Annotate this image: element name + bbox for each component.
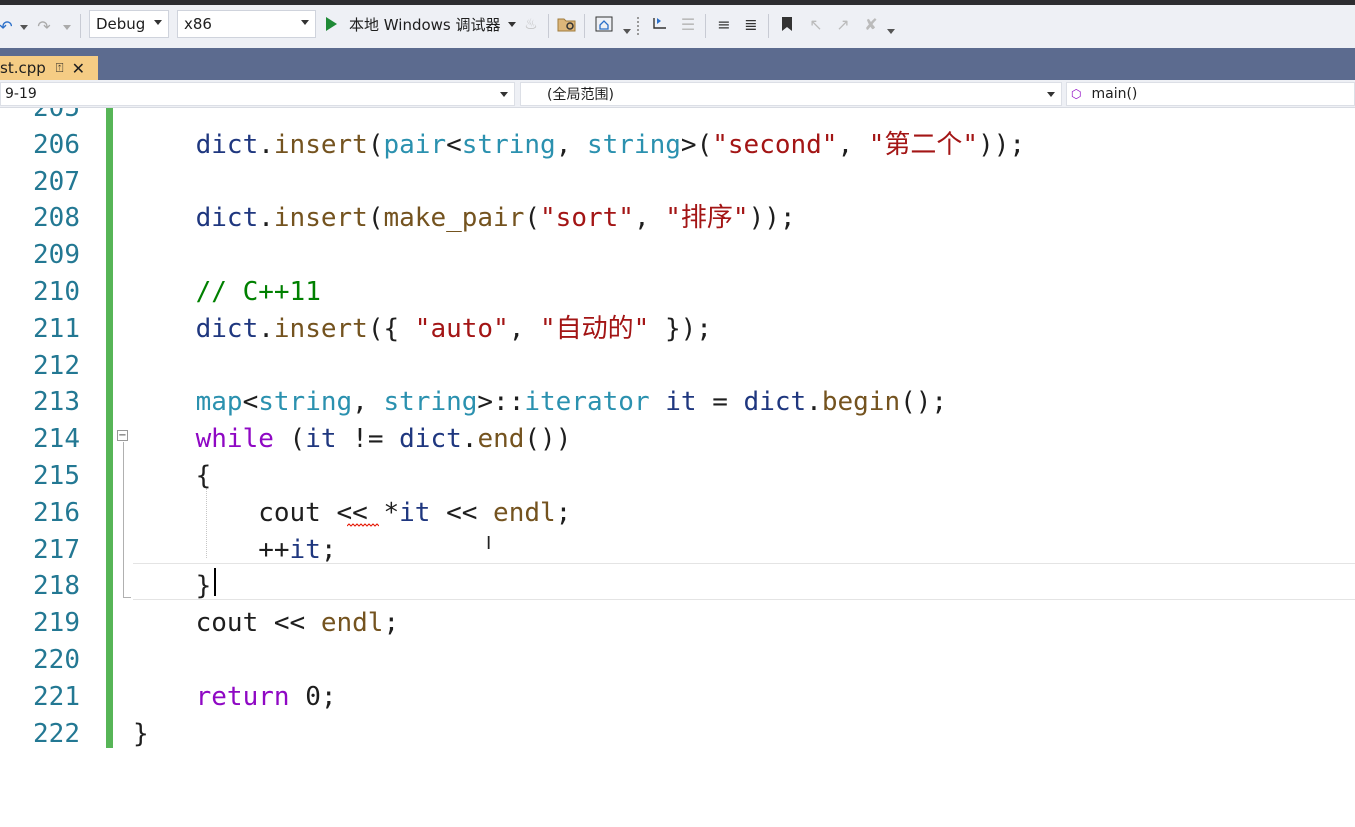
collapse-icon[interactable]: − [117, 430, 128, 441]
scope-value: (全局范围) [547, 87, 614, 103]
code-line[interactable]: while (it != dict.end()) [133, 421, 572, 458]
platform-value: x86 [184, 15, 212, 33]
line-number: 210 [33, 277, 80, 307]
list-disabled-icon[interactable]: ☰ [677, 10, 699, 38]
next-bookmark-icon[interactable]: ↗ [832, 10, 854, 38]
line-number: 219 [33, 608, 80, 639]
start-debugging-label: 本地 Windows 调试器 [349, 15, 501, 34]
code-line[interactable]: dict.insert(make_pair("sort", "排序")); [133, 200, 796, 237]
line-number: 213 [33, 387, 80, 418]
line-number: 216 [33, 497, 80, 528]
home-window-icon[interactable] [593, 10, 615, 38]
line-number: 206 [33, 129, 80, 160]
chevron-down-icon [507, 21, 516, 27]
document-tab-bar: st.cpp ⍐ ✕ [0, 48, 1355, 80]
chevron-down-icon [1047, 92, 1055, 97]
code-editor[interactable]: 205 206 207 208 209 210 211 212 213 214 215 216 217 2… [0, 108, 1355, 827]
nav-back-icon[interactable]: ↶ [0, 12, 13, 40]
text-caret [214, 568, 216, 596]
toolbar: ↶ ↷ Debug x86 本地 Windows 调试器 ♨ ☰ ≡ ≣ ↖ ↗… [0, 5, 1355, 48]
solution-config-value: Debug [96, 15, 146, 33]
chevron-down-icon [154, 20, 162, 25]
clear-bookmark-icon[interactable]: ✘ [860, 10, 882, 38]
platform-dropdown[interactable]: x86 [177, 10, 316, 38]
code-line[interactable]: } [133, 716, 149, 753]
start-debugging-button[interactable]: 本地 Windows 调试器 [326, 10, 516, 38]
line-number: 208 [33, 203, 80, 234]
code-line[interactable]: ++it; [133, 532, 336, 569]
chevron-down-icon[interactable] [623, 29, 631, 34]
comment-icon[interactable]: ≡ [713, 10, 735, 38]
line-number: 207 [33, 166, 80, 197]
line-number: 221 [33, 681, 80, 712]
line-number: 222 [33, 718, 80, 749]
line-number: 214 [33, 424, 80, 455]
line-number: 218 [33, 571, 80, 602]
fire-icon[interactable]: ♨ [523, 10, 539, 38]
solution-config-dropdown[interactable]: Debug [89, 10, 169, 38]
grip-icon [637, 17, 640, 35]
code-line[interactable]: } [133, 568, 212, 605]
tab-label: st.cpp [0, 59, 46, 77]
line-number: 215 [33, 461, 80, 491]
outline-guide [123, 442, 124, 598]
step-icon[interactable] [650, 10, 672, 38]
redo-icon[interactable]: ↷ [34, 12, 54, 40]
project-dropdown[interactable]: 9-19 [0, 82, 515, 106]
navigation-bar: 9-19 (全局范围) ⬡ main() [0, 80, 1355, 108]
line-number: 220 [33, 645, 80, 675]
cube-icon: ⬡ [1071, 87, 1082, 101]
pin-icon[interactable]: ⍐ [56, 61, 64, 76]
code-line[interactable]: dict.insert(pair<string, string>("second… [133, 127, 1025, 164]
chevron-down-icon [500, 92, 508, 97]
error-squiggle [347, 523, 379, 527]
line-number: 211 [33, 313, 80, 344]
close-icon[interactable]: ✕ [72, 59, 85, 78]
nav-back-dropdown-icon[interactable] [20, 25, 28, 30]
tab-active-file[interactable]: st.cpp ⍐ ✕ [0, 56, 98, 80]
member-value: main() [1091, 86, 1138, 102]
code-line[interactable]: return 0; [133, 679, 337, 716]
toolbar-overflow-icon[interactable] [887, 29, 895, 34]
code-line[interactable]: cout << endl; [133, 605, 400, 642]
outline-guide-end [123, 597, 131, 598]
ibeam-cursor-icon: I [486, 533, 492, 554]
line-number: 212 [33, 350, 80, 381]
change-tracking-bar [106, 108, 113, 748]
bookmark-icon[interactable] [776, 10, 798, 38]
folder-search-icon[interactable] [556, 10, 578, 38]
line-number: 209 [33, 240, 80, 271]
code-line[interactable]: // C++11 [133, 274, 321, 311]
project-value: 9-19 [5, 86, 37, 102]
line-number: 217 [33, 534, 80, 565]
run-play-icon [326, 17, 337, 31]
chevron-down-icon [301, 20, 309, 25]
code-line[interactable]: { [133, 458, 212, 495]
scope-dropdown[interactable]: (全局范围) [520, 82, 1062, 106]
line-number: 205 [33, 108, 80, 123]
member-dropdown[interactable]: ⬡ main() [1066, 82, 1355, 106]
line-number-gutter: 205 206 207 208 209 210 211 212 213 214 215 216 217 2… [0, 108, 100, 827]
uncomment-icon[interactable]: ≣ [740, 10, 762, 38]
code-line[interactable]: dict.insert({ "auto", "自动的" }); [133, 311, 712, 348]
code-line[interactable]: map<string, string>::iterator it = dict.… [133, 384, 947, 421]
prev-bookmark-icon[interactable]: ↖ [805, 10, 827, 38]
redo-dropdown-icon[interactable] [63, 25, 71, 30]
